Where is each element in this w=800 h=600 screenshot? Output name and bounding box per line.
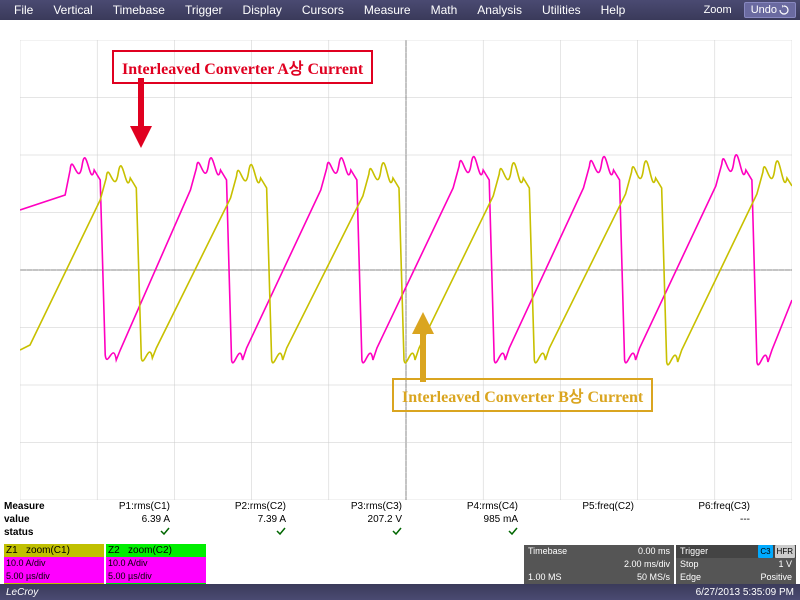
zoom-label[interactable]: Zoom xyxy=(696,2,740,18)
annotation-b: Interleaved Converter B상 Current xyxy=(392,378,653,412)
check-icon xyxy=(160,526,170,536)
meas-p2-status xyxy=(190,526,306,539)
meas-p5-val xyxy=(538,513,654,526)
menu-cursors[interactable]: Cursors xyxy=(292,1,354,19)
z2-vdiv: 10.0 A/div xyxy=(106,557,206,570)
measure-value-label: value xyxy=(4,513,74,526)
timebase-rate: 50 MS/s xyxy=(633,571,674,584)
undo-label: Undo xyxy=(751,4,777,16)
footer: LeCroy 6/27/2013 5:35:09 PM xyxy=(0,584,800,600)
check-icon xyxy=(276,526,286,536)
trigger-slope: Positive xyxy=(756,571,796,584)
menu-display[interactable]: Display xyxy=(233,1,292,19)
timebase-tdiv: 2.00 ms/div xyxy=(620,558,674,571)
timebase-title: Timebase xyxy=(524,545,571,558)
meas-p3-val: 207.2 V xyxy=(306,513,422,526)
z1-src: zoom(C1) xyxy=(26,545,70,556)
menu-analysis[interactable]: Analysis xyxy=(467,1,532,19)
z2-src: zoom(C2) xyxy=(128,545,172,556)
menubar: File Vertical Timebase Trigger Display C… xyxy=(0,0,800,20)
menu-file[interactable]: File xyxy=(4,1,43,19)
meas-p6-status xyxy=(654,526,770,539)
meas-p1-name: P1:rms(C1) xyxy=(74,500,190,513)
undo-button[interactable]: Undo xyxy=(744,2,796,18)
meas-p6-val: --- xyxy=(654,513,770,526)
meas-p2-name: P2:rms(C2) xyxy=(190,500,306,513)
meas-p1-status xyxy=(74,526,190,539)
meas-p4-val: 985 mA xyxy=(422,513,538,526)
meas-p5-name: P5:freq(C2) xyxy=(538,500,654,513)
z2-label: Z2 xyxy=(108,545,120,556)
waveform-display[interactable]: Interleaved Converter A상 Current Interle… xyxy=(0,20,800,500)
arrow-b-icon xyxy=(408,310,438,382)
check-icon xyxy=(508,526,518,536)
meas-p3-status xyxy=(306,526,422,539)
menu-measure[interactable]: Measure xyxy=(354,1,421,19)
datetime-label: 6/27/2013 5:35:09 PM xyxy=(696,587,794,598)
timebase-panel[interactable]: Timebase 0.00 ms 2.00 ms/div 1.00 MS 50 MS… xyxy=(524,545,674,584)
meas-p1-val: 6.39 A xyxy=(74,513,190,526)
menu-vertical[interactable]: Vertical xyxy=(43,1,102,19)
check-icon xyxy=(392,526,402,536)
menu-utilities[interactable]: Utilities xyxy=(532,1,591,19)
measure-header: Measure xyxy=(4,500,74,513)
meas-p5-status xyxy=(538,526,654,539)
trigger-panel[interactable]: Trigger C3HFR Stop 1 V Edge Positive xyxy=(676,545,796,584)
timebase-record: 1.00 MS xyxy=(524,571,566,584)
menu-trigger[interactable]: Trigger xyxy=(175,1,233,19)
timebase-delay: 0.00 ms xyxy=(634,545,674,558)
brand-label: LeCroy xyxy=(6,587,38,598)
trigger-edge: Edge xyxy=(676,571,705,584)
z1-tdiv: 5.00 µs/div xyxy=(4,570,104,583)
menu-math[interactable]: Math xyxy=(421,1,468,19)
channel-z1-panel[interactable]: Z1 zoom(C1) 10.0 A/div 5.00 µs/div xyxy=(4,544,104,584)
meas-p4-name: P4:rms(C4) xyxy=(422,500,538,513)
meas-p4-status xyxy=(422,526,538,539)
z1-label: Z1 xyxy=(6,545,18,556)
undo-icon xyxy=(779,5,789,15)
trigger-mode-badge: HFR xyxy=(775,545,795,558)
meas-p2-val: 7.39 A xyxy=(190,513,306,526)
arrow-a-icon xyxy=(126,78,156,150)
trigger-src-badge: C3 xyxy=(758,545,772,558)
trigger-level: 1 V xyxy=(774,558,796,571)
menu-timebase[interactable]: Timebase xyxy=(103,1,175,19)
measure-status-label: status xyxy=(4,526,74,539)
z1-vdiv: 10.0 A/div xyxy=(4,557,104,570)
channel-z2-panel[interactable]: Z2 zoom(C2) 10.0 A/div 5.00 µs/div xyxy=(106,544,206,584)
measurement-table: Measure P1:rms(C1) P2:rms(C2) P3:rms(C3)… xyxy=(0,500,800,539)
meas-p6-name: P6:freq(C3) xyxy=(654,500,770,513)
z2-tdiv: 5.00 µs/div xyxy=(106,570,206,583)
trigger-state: Stop xyxy=(676,558,703,571)
trigger-title: Trigger xyxy=(676,545,712,558)
menu-help[interactable]: Help xyxy=(591,1,636,19)
meas-p3-name: P3:rms(C3) xyxy=(306,500,422,513)
